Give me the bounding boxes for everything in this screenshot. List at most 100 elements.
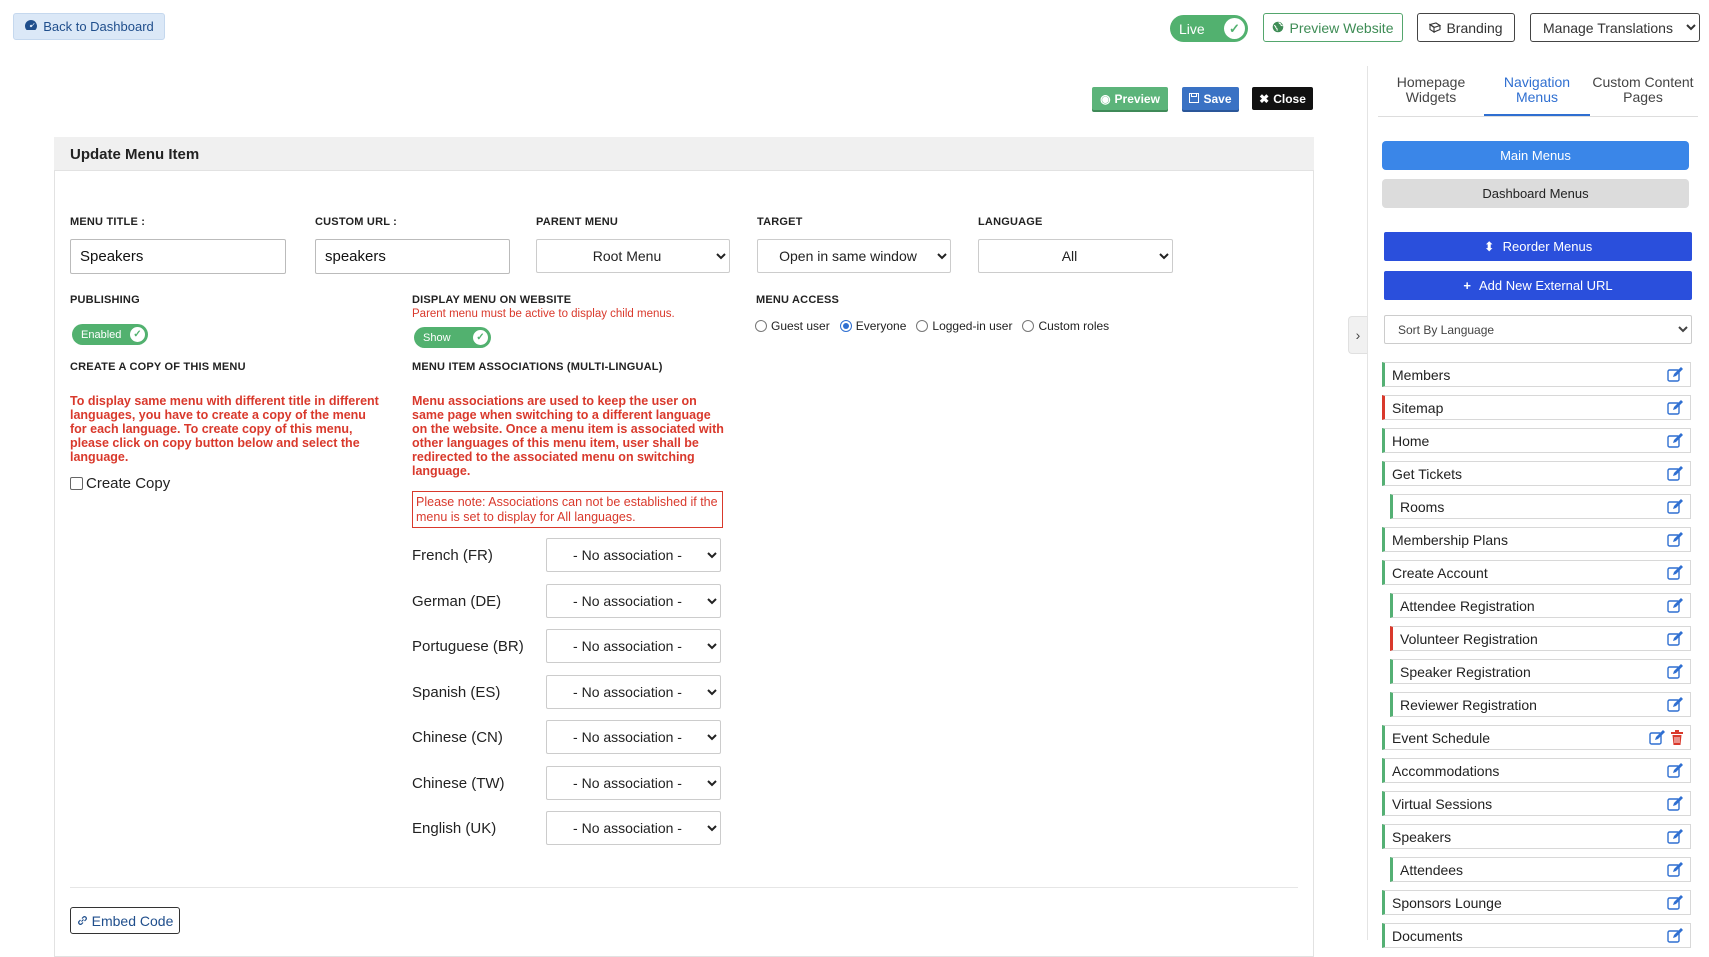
- menu-list-item[interactable]: Virtual Sessions: [1382, 791, 1691, 816]
- back-to-dashboard-button[interactable]: Back to Dashboard: [13, 13, 165, 40]
- edit-icon[interactable]: [1667, 829, 1684, 845]
- edit-icon[interactable]: [1649, 730, 1666, 746]
- edit-icon[interactable]: [1667, 664, 1684, 680]
- edit-icon[interactable]: [1667, 532, 1684, 548]
- check-icon: ✓: [1224, 18, 1245, 39]
- save-button[interactable]: Save: [1182, 87, 1239, 110]
- sort-icon: ⬍: [1483, 238, 1495, 254]
- menu-item-label: Volunteer Registration: [1400, 630, 1538, 647]
- reorder-menus-button[interactable]: ⬍ Reorder Menus: [1384, 232, 1692, 261]
- menu-item-label: Members: [1392, 366, 1451, 383]
- association-select[interactable]: - No association -: [546, 629, 721, 663]
- close-button[interactable]: ✖ Close: [1252, 87, 1313, 110]
- edit-icon[interactable]: [1667, 697, 1684, 713]
- tab-custom-content-pages[interactable]: Custom Content Pages: [1590, 73, 1696, 117]
- live-toggle[interactable]: Live ✓: [1170, 15, 1248, 42]
- add-external-url-button[interactable]: + Add New External URL: [1384, 271, 1692, 300]
- publishing-toggle[interactable]: Enabled ✓: [72, 324, 148, 345]
- radio-custom-roles[interactable]: Custom roles: [1022, 319, 1109, 333]
- display-menu-toggle[interactable]: Show ✓: [414, 327, 491, 348]
- association-select[interactable]: - No association -: [546, 584, 721, 618]
- custom-url-input[interactable]: [315, 239, 510, 274]
- tab-navigation-menus[interactable]: Navigation Menus: [1484, 73, 1590, 117]
- trash-icon[interactable]: [1670, 730, 1684, 746]
- menu-list-item[interactable]: Rooms: [1390, 494, 1691, 519]
- menu-item-label: Rooms: [1400, 498, 1445, 515]
- radio-everyone[interactable]: Everyone: [839, 319, 906, 333]
- parent-menu-select[interactable]: Root Menu: [536, 239, 730, 273]
- radio-button[interactable]: [916, 320, 929, 332]
- panel-title: Update Menu Item: [70, 146, 200, 163]
- menu-list-item[interactable]: Volunteer Registration: [1390, 626, 1691, 651]
- edit-icon[interactable]: [1667, 862, 1684, 878]
- menu-list-item[interactable]: Get Tickets: [1382, 461, 1691, 486]
- edit-icon[interactable]: [1667, 466, 1684, 482]
- association-select[interactable]: - No association -: [546, 720, 721, 754]
- edit-icon[interactable]: [1667, 598, 1684, 614]
- branding-button[interactable]: Branding: [1417, 13, 1515, 42]
- edit-icon[interactable]: [1667, 367, 1684, 383]
- menu-list-item[interactable]: Sponsors Lounge: [1382, 890, 1691, 915]
- radio-label: Custom roles: [1038, 319, 1110, 333]
- collapse-sidebar-toggle[interactable]: ›: [1348, 316, 1367, 354]
- preview-button[interactable]: ◉ Preview: [1092, 87, 1168, 110]
- radio-logged-in-user[interactable]: Logged-in user: [916, 319, 1012, 333]
- plus-icon: +: [1463, 278, 1471, 293]
- menu-list-item[interactable]: Attendee Registration: [1390, 593, 1691, 618]
- edit-icon[interactable]: [1667, 796, 1684, 812]
- main-menus-button[interactable]: Main Menus: [1382, 141, 1689, 170]
- associations-text: Menu associations are used to keep the u…: [412, 394, 724, 478]
- edit-icon[interactable]: [1667, 565, 1684, 581]
- menu-list-item[interactable]: Attendees: [1390, 857, 1691, 882]
- menu-list-item[interactable]: Membership Plans: [1382, 527, 1691, 552]
- menu-list-item[interactable]: Speaker Registration: [1390, 659, 1691, 684]
- add-external-url-label: Add New External URL: [1478, 278, 1613, 293]
- edit-icon[interactable]: [1667, 499, 1684, 515]
- menu-item-label: Attendees: [1400, 861, 1464, 878]
- manage-translations-select[interactable]: Manage Translations: [1530, 13, 1700, 42]
- link-icon: [77, 913, 88, 929]
- menu-list-item[interactable]: Accommodations: [1382, 758, 1691, 783]
- publishing-label: PUBLISHING: [70, 294, 140, 306]
- radio-label: Logged-in user: [932, 319, 1013, 333]
- menu-list-item[interactable]: Speakers: [1382, 824, 1691, 849]
- menu-access-options: Guest user Everyone Logged-in user Custo…: [755, 319, 1109, 333]
- menu-list-item[interactable]: Create Account: [1382, 560, 1691, 585]
- menu-list-item[interactable]: Event Schedule: [1382, 725, 1691, 750]
- preview-website-button[interactable]: Preview Website: [1263, 13, 1403, 42]
- language-select[interactable]: All: [978, 239, 1173, 273]
- menu-list-item[interactable]: Documents: [1382, 923, 1691, 948]
- reorder-menus-label: Reorder Menus: [1502, 239, 1593, 254]
- sort-by-language-select[interactable]: Sort By Language: [1384, 315, 1692, 344]
- menu-list-item[interactable]: Home: [1382, 428, 1691, 453]
- edit-icon[interactable]: [1667, 895, 1684, 911]
- radio-button[interactable]: [839, 320, 852, 332]
- menu-item-label: Sponsors Lounge: [1392, 894, 1502, 911]
- publishing-toggle-label: Enabled: [81, 328, 122, 341]
- association-language: Chinese (CN): [412, 729, 503, 746]
- target-select[interactable]: Open in same window: [757, 239, 951, 273]
- embed-code-button[interactable]: Embed Code: [70, 907, 180, 934]
- create-copy-checkbox[interactable]: [70, 477, 83, 490]
- radio-button[interactable]: [1022, 320, 1035, 332]
- edit-icon[interactable]: [1667, 400, 1684, 416]
- dashboard-icon: [24, 19, 38, 34]
- radio-button[interactable]: [755, 320, 767, 332]
- tab-homepage-widgets[interactable]: Homepage Widgets: [1378, 73, 1484, 117]
- edit-icon[interactable]: [1667, 433, 1684, 449]
- association-select[interactable]: - No association -: [546, 811, 721, 845]
- menu-title-input[interactable]: [70, 239, 286, 274]
- edit-icon[interactable]: [1667, 763, 1684, 779]
- association-select[interactable]: - No association -: [546, 766, 721, 800]
- menu-list-item[interactable]: Members: [1382, 362, 1691, 387]
- edit-icon[interactable]: [1667, 631, 1684, 647]
- association-select[interactable]: - No association -: [546, 675, 721, 709]
- create-copy-text: To display same menu with different titl…: [70, 394, 379, 464]
- edit-icon[interactable]: [1667, 928, 1684, 944]
- dashboard-menus-button[interactable]: Dashboard Menus: [1382, 179, 1689, 208]
- radio-guest-user[interactable]: Guest user: [755, 319, 830, 333]
- palette-icon: [1429, 20, 1442, 36]
- menu-list-item[interactable]: Sitemap: [1382, 395, 1691, 420]
- menu-list-item[interactable]: Reviewer Registration: [1390, 692, 1691, 717]
- association-select[interactable]: - No association -: [546, 538, 721, 572]
